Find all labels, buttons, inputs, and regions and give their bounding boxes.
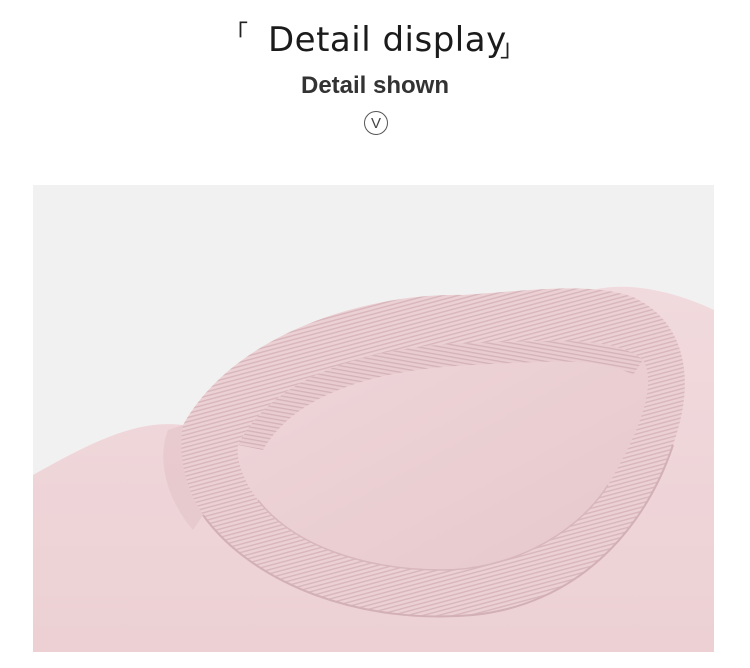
v-circle-icon: V: [364, 111, 388, 135]
v-circle-letter: V: [370, 114, 381, 132]
title-row: 「 Detail display 」: [0, 18, 750, 68]
title-bracket-open: 「: [224, 20, 248, 48]
title-bracket-close: 」: [500, 34, 524, 62]
product-detail-photo: [33, 185, 714, 652]
detail-header: 「 Detail display 」 Detail shown V: [0, 0, 750, 185]
page-title: Detail display: [268, 20, 507, 60]
page-subtitle: Detail shown: [300, 72, 450, 99]
sweatshirt-collar-image: [33, 286, 714, 652]
